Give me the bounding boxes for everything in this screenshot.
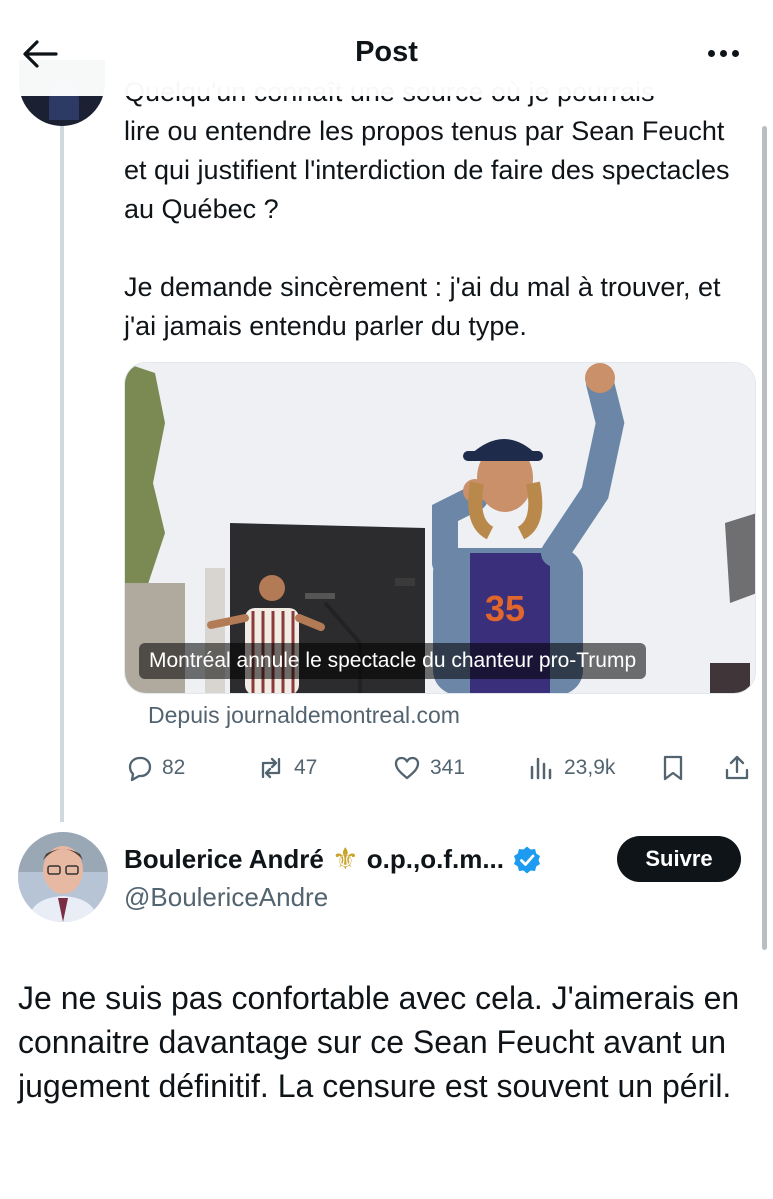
dot-icon — [719, 49, 727, 57]
tweet-paragraph: Je demande sincèrement : j'ai du mal à t… — [124, 272, 721, 341]
share-icon — [725, 755, 749, 780]
page-title: Post — [355, 36, 418, 68]
follow-button[interactable]: Suivre — [617, 836, 741, 882]
reply-author-name-suffix: o.p.,o.f.m... — [366, 844, 504, 874]
tweet-action-bar: 82 47 341 23,9k — [124, 748, 754, 788]
analytics-icon — [530, 757, 552, 780]
repost-count: 47 — [294, 756, 318, 779]
bookmark-button[interactable] — [658, 748, 688, 788]
reply-author-avatar[interactable] — [18, 832, 108, 922]
tweet-paragraph: lire ou entendre les propos tenus par Se… — [124, 116, 730, 224]
scrollbar[interactable] — [762, 126, 767, 950]
reply-author-name: Boulerice André — [124, 844, 324, 874]
dot-icon — [707, 49, 715, 57]
reply-author-handle[interactable]: @BoulericeAndre — [124, 882, 328, 913]
card-source-link[interactable]: Depuis journaldemontreal.com — [148, 702, 460, 729]
tweet-body: lire ou entendre les propos tenus par Se… — [124, 112, 744, 346]
bookmark-icon — [663, 755, 683, 781]
like-button[interactable]: 341 — [392, 748, 465, 788]
verified-badge-icon — [514, 846, 540, 873]
like-count: 341 — [430, 756, 466, 779]
heart-icon — [394, 756, 420, 780]
reply-icon — [128, 756, 152, 782]
reply-button[interactable]: 82 — [124, 748, 185, 788]
share-button[interactable] — [722, 748, 752, 788]
reply-body: Je ne suis pas confortable avec cela. J'… — [18, 980, 740, 1104]
reply-author-name-row[interactable]: Boulerice André ⚜ o.p.,o.f.m... — [124, 844, 542, 875]
link-card[interactable]: 35 Montréal annule le spectacle du chant… — [124, 362, 756, 694]
views-count: 23,9k — [564, 756, 616, 779]
top-bar: Post — [0, 0, 773, 96]
reply-count: 82 — [162, 756, 186, 779]
views-button[interactable]: 23,9k — [526, 748, 615, 788]
fleur-de-lis-icon: ⚜ — [331, 842, 359, 876]
card-caption: Montréal annule le spectacle du chanteur… — [139, 643, 647, 679]
repost-icon — [261, 757, 281, 779]
dot-icon — [731, 49, 739, 57]
repost-button[interactable]: 47 — [256, 748, 317, 788]
svg-text:35: 35 — [485, 588, 525, 629]
more-options-button[interactable] — [701, 38, 745, 68]
portrait-image — [18, 832, 108, 922]
thread-connector-line — [60, 126, 64, 822]
